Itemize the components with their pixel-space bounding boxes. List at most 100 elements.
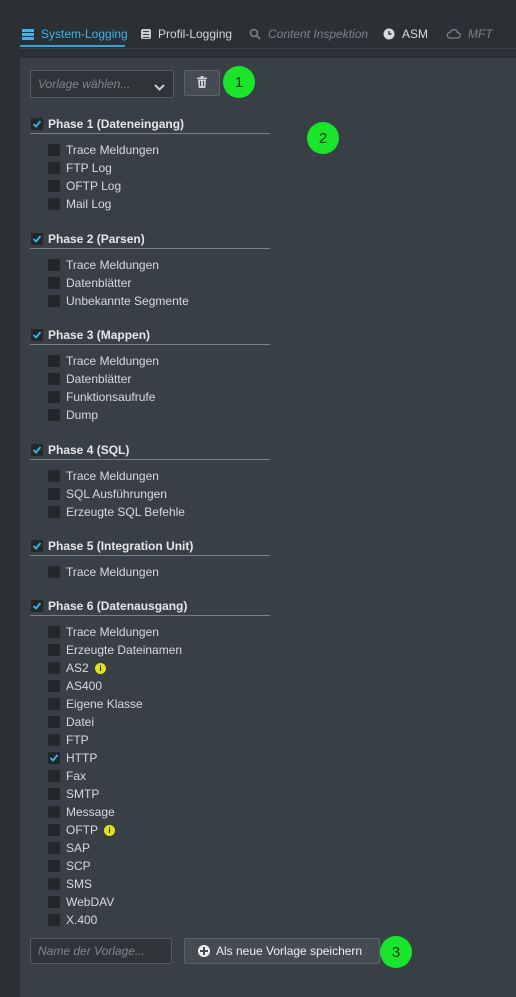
log-option-checkbox[interactable]: [48, 506, 60, 518]
log-option-checkbox[interactable]: [48, 162, 60, 174]
log-option-row[interactable]: Dump: [48, 407, 248, 423]
log-option-row[interactable]: SMTP: [48, 786, 248, 802]
log-option-row[interactable]: Eigene Klasse: [48, 696, 248, 712]
log-option-checkbox[interactable]: [48, 878, 60, 890]
log-option-row[interactable]: OFTP i: [48, 822, 248, 838]
log-option-row[interactable]: SQL Ausführungen: [48, 486, 248, 502]
phase-group-header: Phase 1 (Dateneingang): [30, 116, 270, 134]
log-option-label: SQL Ausführungen: [66, 487, 167, 501]
log-option-row[interactable]: Message: [48, 804, 248, 820]
phase-group-header: Phase 3 (Mappen): [30, 327, 270, 345]
log-option-checkbox[interactable]: [48, 391, 60, 403]
log-option-row[interactable]: HTTP: [48, 750, 248, 766]
log-option-checkbox[interactable]: [48, 644, 60, 656]
log-option-row[interactable]: OFTP Log: [48, 178, 248, 194]
log-option-row[interactable]: Datenblätter: [48, 371, 248, 387]
log-option-label: Trace Meldungen: [66, 469, 159, 483]
log-option-checkbox[interactable]: [48, 698, 60, 710]
log-option-row[interactable]: Erzeugte Dateinamen: [48, 642, 248, 658]
template-select[interactable]: Vorlage wählen...: [30, 70, 174, 98]
log-option-row[interactable]: Fax: [48, 768, 248, 784]
log-option-checkbox[interactable]: [48, 752, 60, 764]
log-option-checkbox[interactable]: [48, 295, 60, 307]
log-option-row[interactable]: SCP: [48, 858, 248, 874]
tab-profil-logging[interactable]: Profil-Logging: [141, 27, 232, 41]
chevron-down-icon: [154, 80, 165, 94]
log-option-checkbox[interactable]: [48, 488, 60, 500]
log-option-label: Message: [66, 805, 115, 819]
log-option-label: Trace Meldungen: [66, 565, 159, 579]
info-icon[interactable]: i: [104, 825, 115, 836]
log-option-checkbox[interactable]: [48, 409, 60, 421]
log-option-checkbox[interactable]: [48, 373, 60, 385]
log-option-checkbox[interactable]: [48, 662, 60, 674]
log-option-checkbox[interactable]: [48, 180, 60, 192]
log-option-row[interactable]: Trace Meldungen: [48, 468, 248, 484]
log-option-checkbox[interactable]: [48, 626, 60, 638]
log-option-checkbox[interactable]: [48, 259, 60, 271]
save-template-button[interactable]: Als neue Vorlage speichern: [184, 938, 380, 964]
log-option-checkbox[interactable]: [48, 824, 60, 836]
template-select-placeholder: Vorlage wählen...: [38, 77, 131, 91]
log-option-row[interactable]: SAP: [48, 840, 248, 856]
phase-checkbox[interactable]: [31, 233, 43, 245]
tab-asm[interactable]: ASM: [383, 27, 428, 41]
log-option-checkbox[interactable]: [48, 355, 60, 367]
phase-group-header: Phase 4 (SQL): [30, 442, 270, 460]
log-option-row[interactable]: SMS: [48, 876, 248, 892]
log-option-checkbox[interactable]: [48, 860, 60, 872]
log-option-row[interactable]: Mail Log: [48, 196, 248, 212]
log-option-row[interactable]: Trace Meldungen: [48, 624, 248, 640]
log-option-label: FTP: [66, 733, 89, 747]
tab-content-inspektion[interactable]: Content Inspektion: [249, 27, 368, 41]
log-option-checkbox[interactable]: [48, 198, 60, 210]
log-option-label: Dump: [66, 408, 99, 422]
log-option-checkbox[interactable]: [48, 806, 60, 818]
log-option-checkbox[interactable]: [48, 770, 60, 782]
log-option-checkbox[interactable]: [48, 470, 60, 482]
log-option-row[interactable]: Trace Meldungen: [48, 353, 248, 369]
log-option-checkbox[interactable]: [48, 144, 60, 156]
log-option-label: Trace Meldungen: [66, 354, 159, 368]
phase-label: Phase 1 (Dateneingang): [48, 117, 185, 131]
log-option-checkbox[interactable]: [48, 716, 60, 728]
list-icon: [22, 28, 34, 40]
phase-checkbox[interactable]: [31, 600, 43, 612]
log-option-row[interactable]: Trace Meldungen: [48, 564, 248, 580]
log-option-label: FTP Log: [66, 161, 112, 175]
delete-template-button[interactable]: [184, 70, 220, 96]
log-option-checkbox[interactable]: [48, 842, 60, 854]
log-option-checkbox[interactable]: [48, 680, 60, 692]
tab-system-logging[interactable]: System-Logging: [22, 27, 128, 41]
phase-checkbox[interactable]: [31, 444, 43, 456]
log-option-checkbox[interactable]: [48, 566, 60, 578]
log-option-row[interactable]: Unbekannte Segmente: [48, 293, 248, 309]
log-option-row[interactable]: FTP: [48, 732, 248, 748]
log-option-row[interactable]: Datei: [48, 714, 248, 730]
log-option-row[interactable]: WebDAV: [48, 894, 248, 910]
log-option-row[interactable]: X.400: [48, 912, 248, 928]
log-option-row[interactable]: Trace Meldungen: [48, 142, 248, 158]
log-option-row[interactable]: Trace Meldungen: [48, 257, 248, 273]
annotation-marker-2: 2: [307, 122, 339, 154]
log-option-label: Datei: [66, 715, 95, 729]
log-option-checkbox[interactable]: [48, 734, 60, 746]
phase-checkbox[interactable]: [31, 118, 43, 130]
log-option-checkbox[interactable]: [48, 277, 60, 289]
phase-checkbox[interactable]: [31, 329, 43, 341]
tab-mft[interactable]: MFT: [446, 27, 493, 41]
log-option-checkbox[interactable]: [48, 914, 60, 926]
log-option-row[interactable]: Funktionsaufrufe: [48, 389, 248, 405]
log-option-checkbox[interactable]: [48, 788, 60, 800]
log-option-row[interactable]: Erzeugte SQL Befehle: [48, 504, 248, 520]
annotation-marker-1: 1: [223, 66, 255, 98]
phase-checkbox[interactable]: [31, 540, 43, 552]
log-option-row[interactable]: Datenblätter: [48, 275, 248, 291]
log-option-row[interactable]: FTP Log: [48, 160, 248, 176]
template-name-input[interactable]: [30, 938, 172, 964]
log-option-label: Unbekannte Segmente: [66, 294, 189, 308]
info-icon[interactable]: i: [95, 663, 106, 674]
log-option-row[interactable]: AS400: [48, 678, 248, 694]
log-option-checkbox[interactable]: [48, 896, 60, 908]
log-option-row[interactable]: AS2 i: [48, 660, 248, 676]
